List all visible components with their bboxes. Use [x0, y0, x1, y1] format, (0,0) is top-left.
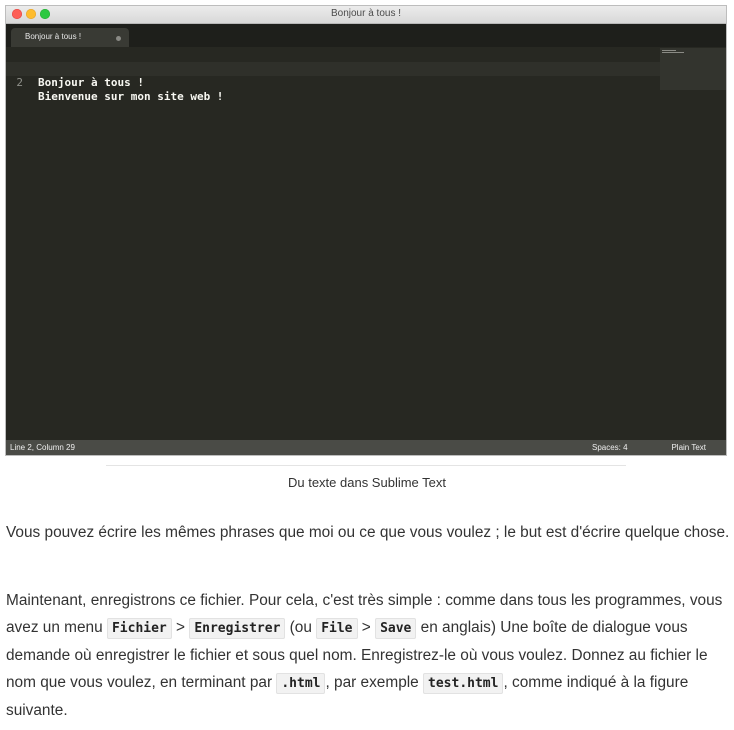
code-area[interactable]: 1 Bonjour à tous ! 2 Bienvenue sur mon s… — [6, 48, 726, 440]
line-text[interactable]: Bonjour à tous ! — [38, 76, 144, 90]
line-text[interactable]: Bienvenue sur mon site web ! — [38, 90, 223, 104]
text: (ou — [285, 619, 317, 636]
code-line[interactable]: 1 Bonjour à tous ! — [6, 48, 726, 89]
file-extension: .html — [276, 673, 326, 694]
divider — [106, 465, 626, 466]
minimap-line — [662, 52, 684, 53]
syntax-setting[interactable]: Plain Text — [671, 440, 706, 455]
line-number: 2 — [16, 76, 23, 89]
editor-window: Bonjour à tous ! Bonjour à tous ! 1 Bonj… — [6, 6, 726, 455]
unsaved-dot-icon[interactable] — [116, 36, 121, 41]
minimap-line — [662, 50, 676, 51]
figure-caption: Du texte dans Sublime Text — [287, 475, 446, 490]
indentation-setting[interactable]: Spaces: 4 — [592, 440, 628, 455]
example-filename: test.html — [423, 673, 504, 694]
cursor-position: Line 2, Column 29 — [10, 443, 75, 452]
tab-bar: Bonjour à tous ! — [6, 24, 726, 47]
tab-label: Bonjour à tous ! — [25, 32, 82, 41]
text: , par exemple — [325, 674, 424, 691]
tab-file[interactable]: Bonjour à tous ! — [11, 28, 129, 47]
paragraph: Maintenant, enregistrons ce fichier. Pou… — [6, 587, 730, 724]
minimap[interactable] — [660, 48, 726, 90]
text: > — [357, 619, 376, 636]
menu-enregistrer: Enregistrer — [189, 618, 286, 639]
window-title: Bonjour à tous ! — [330, 8, 402, 19]
status-bar: Line 2, Column 29 Spaces: 4 Plain Text — [6, 440, 726, 455]
text: > — [171, 619, 190, 636]
menu-save: Save — [375, 618, 417, 639]
menu-file: File — [316, 618, 358, 639]
code-line-active[interactable]: 2 Bienvenue sur mon site web ! — [6, 62, 726, 103]
paragraph: Vous pouvez écrire les mêmes phrases que… — [6, 524, 730, 541]
menu-fichier: Fichier — [106, 618, 172, 639]
title-bar[interactable]: Bonjour à tous ! — [6, 6, 726, 24]
